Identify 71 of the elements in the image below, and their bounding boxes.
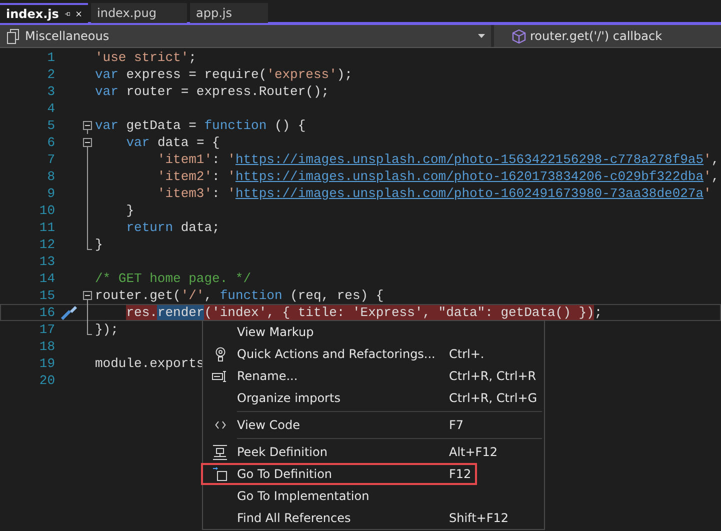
line-number: 2 [46, 67, 55, 82]
line-number: 13 [38, 254, 55, 269]
line-number: 9 [46, 186, 55, 201]
code-line: router.get('/', function (req, res) { [95, 288, 384, 303]
code-line: 'use strict'; [95, 50, 196, 65]
code-line: } [125, 203, 134, 218]
code-line: /* GET home page. */ [95, 271, 252, 286]
go-to-definition-icon [213, 467, 227, 481]
shortcut: Ctrl+R, Ctrl+G [449, 391, 538, 405]
shortcut: Ctrl+. [449, 347, 484, 361]
line-number: 6 [46, 135, 55, 150]
code-line: module.exports [95, 356, 204, 371]
files-icon [6, 28, 21, 44]
menu-item[interactable]: Organize imports Ctrl+R, Ctrl+G [203, 387, 544, 409]
menu-item[interactable]: Peek Definition Alt+F12 [203, 441, 544, 463]
screwdriver-icon[interactable] [60, 305, 78, 320]
menu-item[interactable]: Go To Implementation [203, 485, 544, 507]
line-number: 4 [46, 101, 55, 116]
file-tab[interactable]: index.pug [91, 3, 187, 23]
line-number: 19 [38, 356, 55, 371]
link[interactable]: https://images.unsplash.com/photo-1563422156298-c778a278f9a5 [235, 152, 704, 167]
menu-item[interactable]: View Markup [203, 321, 544, 343]
line-number: 8 [46, 169, 55, 184]
line-number: 1 [46, 50, 55, 65]
code-line: return data; [125, 220, 220, 235]
line-number: 18 [38, 339, 55, 354]
line-number: 17 [38, 322, 55, 337]
file-tab[interactable]: app.js [190, 3, 268, 23]
link[interactable]: https://images.unsplash.com/photo-1602491673980-73aa38de027a [235, 186, 704, 201]
menu-item[interactable]: View Code F7 [203, 414, 544, 436]
menu-item[interactable]: Find All References Shift+F12 [203, 507, 544, 529]
menu-item[interactable]: Rename... Ctrl+R, Ctrl+R [203, 365, 544, 387]
close-icon[interactable] [76, 9, 82, 19]
code-line: var data = { [125, 135, 220, 150]
code-line: 'item2': 'https://images.unsplash.com/photo-1620173834206-c029bf322dba', [156, 169, 720, 184]
file-tab[interactable]: index.js [0, 3, 88, 23]
shortcut: Alt+F12 [449, 445, 498, 459]
line-number: 12 [38, 237, 55, 252]
shortcut: F7 [449, 418, 464, 432]
code-line: var router = express.Router(); [95, 84, 330, 99]
rename-icon [212, 370, 228, 382]
peek-definition-icon [213, 444, 227, 460]
menu-item[interactable]: Quick Actions and Refactorings... Ctrl+. [203, 343, 544, 365]
line-number: 10 [38, 203, 55, 218]
member-dropdown[interactable]: router.get('/') callback [494, 25, 668, 47]
shortcut: Ctrl+R, Ctrl+R [449, 369, 536, 383]
shortcut: F12 [449, 467, 472, 481]
pin-icon[interactable] [64, 10, 70, 18]
code-line: var express = require('express'); [95, 67, 352, 82]
code-line: res.render('index', { title: 'Express', "data": getData() }); [125, 305, 602, 320]
line-number: 16 [38, 305, 55, 320]
code-line: } [95, 237, 103, 252]
code-line: 'item1': 'https://images.unsplash.com/photo-1563422156298-c778a278f9a5', [156, 152, 720, 167]
menu-item[interactable]: Go To Definition F12 [203, 463, 544, 485]
line-number: 15 [38, 288, 55, 303]
link[interactable]: https://images.unsplash.com/photo-1620173834206-c029bf322dba [235, 169, 704, 184]
code-line: }); [95, 322, 118, 337]
cube-icon [512, 28, 526, 44]
line-number: 3 [46, 84, 55, 99]
line-number: 20 [38, 373, 55, 388]
code-icon [214, 421, 226, 429]
project-dropdown[interactable]: Miscellaneous [0, 25, 494, 47]
line-number: 5 [46, 118, 55, 133]
code-line: 'item3': 'https://images.unsplash.com/photo-1602491673980-73aa38de027a' [156, 186, 712, 201]
lightbulb-icon [214, 346, 226, 362]
line-number: 7 [46, 152, 55, 167]
code-line: var getData = function () { [95, 118, 306, 133]
shortcut: Shift+F12 [449, 511, 509, 525]
line-number: 11 [38, 220, 55, 235]
line-number: 14 [38, 271, 55, 286]
dropdown-arrow-icon [478, 34, 485, 38]
